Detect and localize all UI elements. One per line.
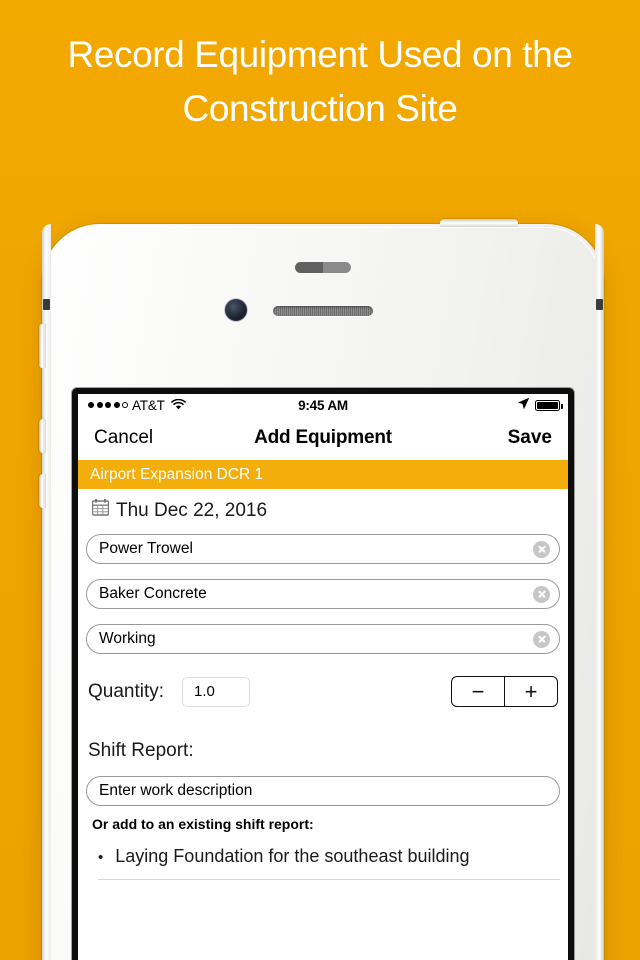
phone-screen: AT&T 9:45 AM Cancel Add Equipment Save A… (78, 394, 568, 960)
promo-headline: Record Equipment Used on the Constructio… (67, 34, 573, 129)
company-field[interactable]: Baker Concrete (86, 579, 560, 609)
quantity-row: Quantity: 1.0 − + (86, 676, 560, 707)
volume-up-button[interactable] (39, 419, 46, 453)
calendar-icon (91, 499, 110, 522)
status-field[interactable]: Working (86, 624, 560, 654)
earpiece-speaker-icon (273, 306, 373, 316)
quantity-decrement-button[interactable]: − (452, 677, 505, 706)
proximity-sensor-icon (295, 262, 351, 273)
work-description-input[interactable]: Enter work description (86, 776, 560, 806)
project-banner[interactable]: Airport Expansion DCR 1 (78, 460, 568, 489)
status-bar-clock: 9:45 AM (298, 397, 348, 413)
navigation-bar: Cancel Add Equipment Save (78, 416, 568, 460)
equipment-field[interactable]: Power Trowel (86, 534, 560, 564)
status-bar: AT&T 9:45 AM (78, 394, 568, 416)
shift-report-title: Shift Report: (88, 740, 194, 761)
page-title: Add Equipment (254, 427, 392, 448)
bullet-icon: • (98, 849, 104, 866)
screen-bezel: AT&T 9:45 AM Cancel Add Equipment Save A… (72, 388, 574, 960)
company-field-value: Baker Concrete (99, 585, 207, 602)
antenna-band-right (596, 299, 603, 310)
clear-circle-icon[interactable] (533, 630, 550, 648)
save-button[interactable]: Save (508, 427, 552, 449)
status-field-value: Working (99, 630, 156, 647)
clear-circle-icon[interactable] (533, 585, 550, 603)
project-banner-label: Airport Expansion DCR 1 (90, 465, 264, 483)
date-row[interactable]: Thu Dec 22, 2016 (86, 489, 560, 534)
location-arrow-icon (517, 397, 530, 413)
list-item-label: Laying Foundation for the southeast buil… (115, 846, 470, 866)
status-bar-right (517, 397, 563, 413)
clear-circle-icon[interactable] (533, 540, 550, 558)
list-separator (98, 879, 560, 880)
quantity-label: Quantity: (88, 680, 165, 702)
antenna-band-left (43, 299, 50, 310)
battery-full-icon (535, 399, 563, 411)
equipment-field-value: Power Trowel (99, 540, 193, 557)
existing-shift-report-label: Or add to an existing shift report: (92, 816, 314, 832)
quantity-stepper[interactable]: − + (451, 676, 558, 707)
power-button[interactable] (440, 219, 518, 227)
front-camera-icon (225, 299, 247, 321)
equipment-form: Thu Dec 22, 2016 Power Trowel Baker Conc… (78, 489, 568, 880)
mute-switch-button[interactable] (39, 324, 46, 368)
volume-down-button[interactable] (39, 474, 46, 508)
date-value: Thu Dec 22, 2016 (116, 499, 268, 521)
quantity-input[interactable]: 1.0 (182, 676, 251, 707)
quantity-increment-button[interactable]: + (505, 677, 557, 706)
phone-right-edge (595, 224, 604, 960)
phone-mockup: AT&T 9:45 AM Cancel Add Equipment Save A… (39, 219, 604, 960)
list-item[interactable]: • Laying Foundation for the southeast bu… (86, 846, 560, 867)
